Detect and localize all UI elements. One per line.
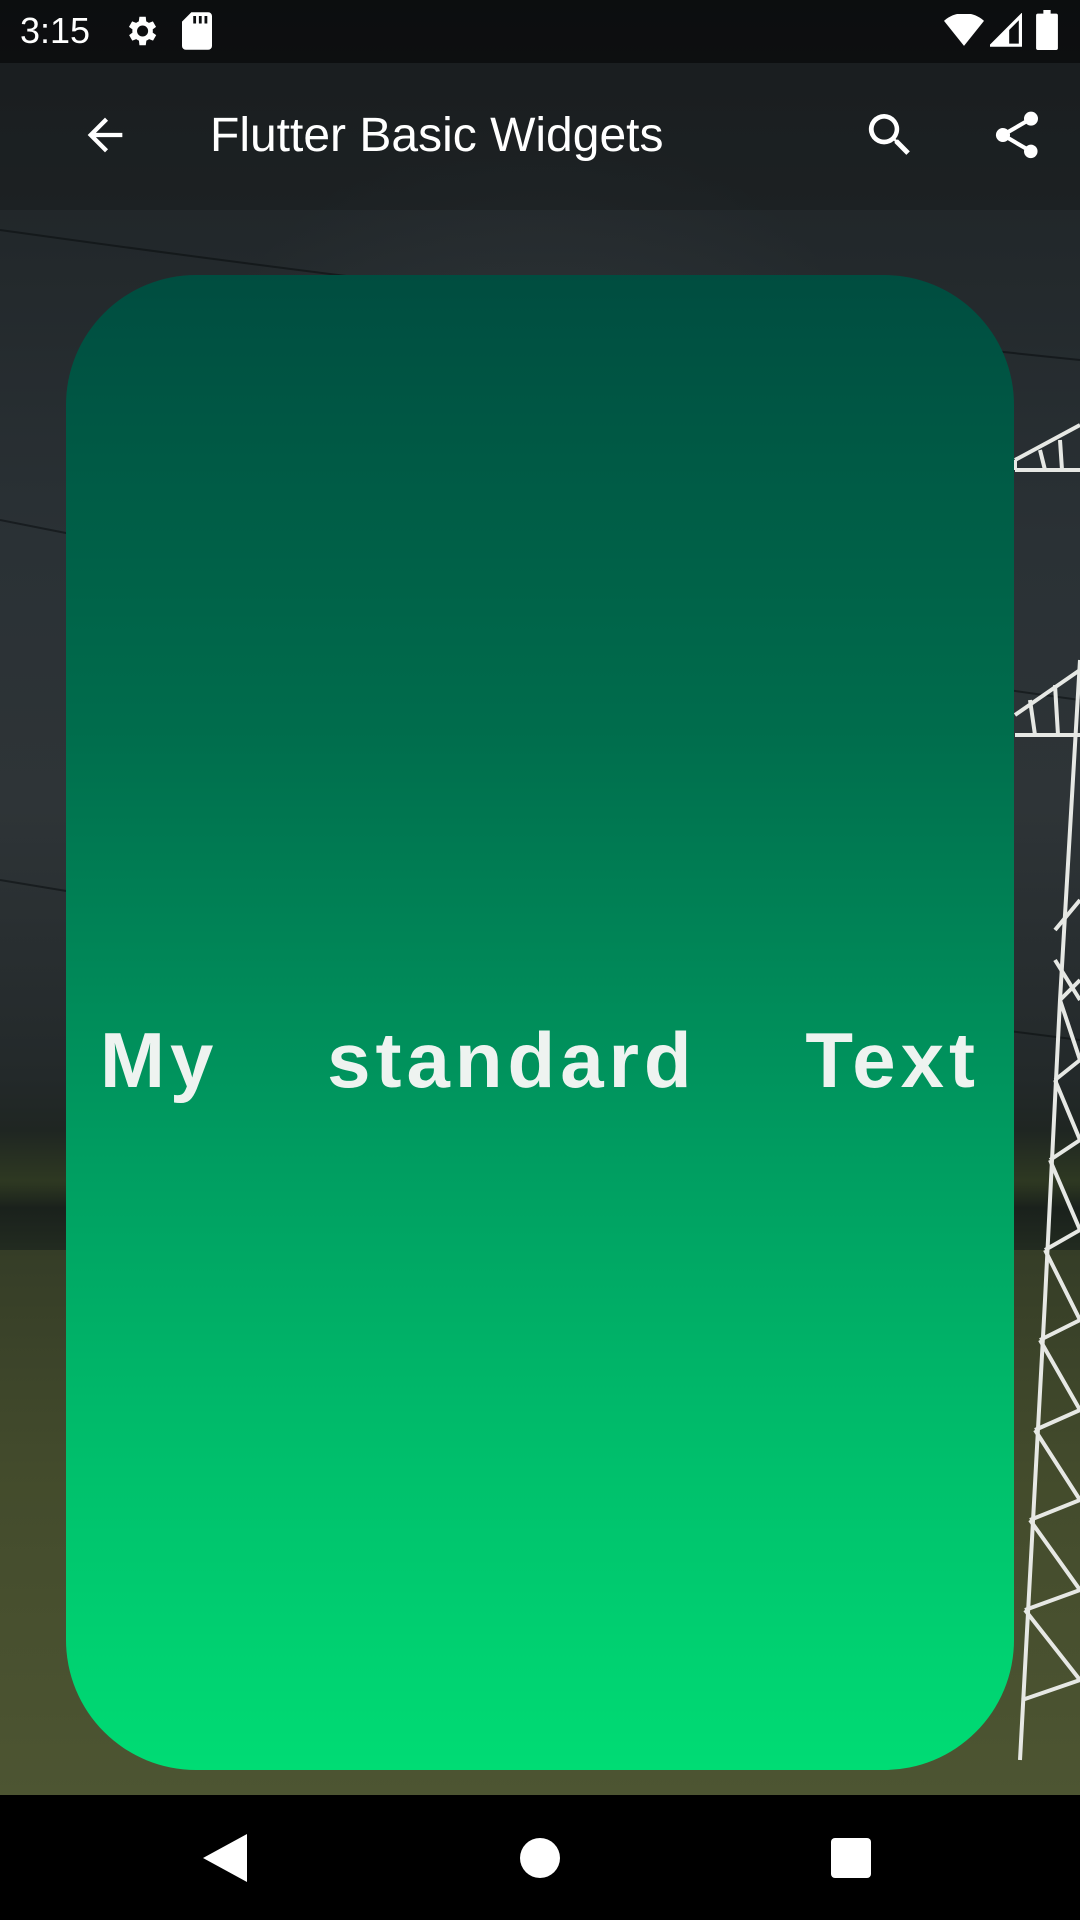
text-word-standard: standard: [327, 1016, 697, 1104]
wifi-icon: [944, 13, 984, 51]
recents-square-icon: [831, 1837, 871, 1883]
standard-text: My standard Text: [66, 1015, 1014, 1105]
signal-icon: [987, 12, 1022, 52]
arrow-left-icon: [79, 109, 131, 166]
screen: 3:15 Flutter Basic Widgets My standard T…: [0, 0, 1080, 1920]
nav-home-button[interactable]: [495, 1815, 585, 1905]
share-button[interactable]: [969, 89, 1065, 185]
status-bar: 3:15: [0, 0, 1080, 63]
nav-back-button[interactable]: [180, 1815, 270, 1905]
sd-card-icon: [182, 12, 212, 55]
search-button[interactable]: [842, 89, 938, 185]
status-time: 3:15: [20, 10, 91, 51]
text-word-my: My: [100, 1016, 219, 1104]
page-title: Flutter Basic Widgets: [210, 109, 664, 162]
gradient-card: My standard Text: [66, 275, 1014, 1770]
back-triangle-icon: [203, 1833, 247, 1887]
search-icon: [862, 107, 918, 168]
home-circle-icon: [520, 1837, 560, 1883]
gear-icon: [122, 12, 160, 55]
text-word-text: Text: [805, 1016, 980, 1104]
battery-icon: [1036, 10, 1058, 55]
share-icon: [989, 107, 1045, 168]
back-button[interactable]: [57, 89, 153, 185]
nav-recents-button[interactable]: [806, 1815, 896, 1905]
navigation-bar: [0, 1795, 1080, 1920]
app-bar: Flutter Basic Widgets: [0, 63, 1080, 210]
